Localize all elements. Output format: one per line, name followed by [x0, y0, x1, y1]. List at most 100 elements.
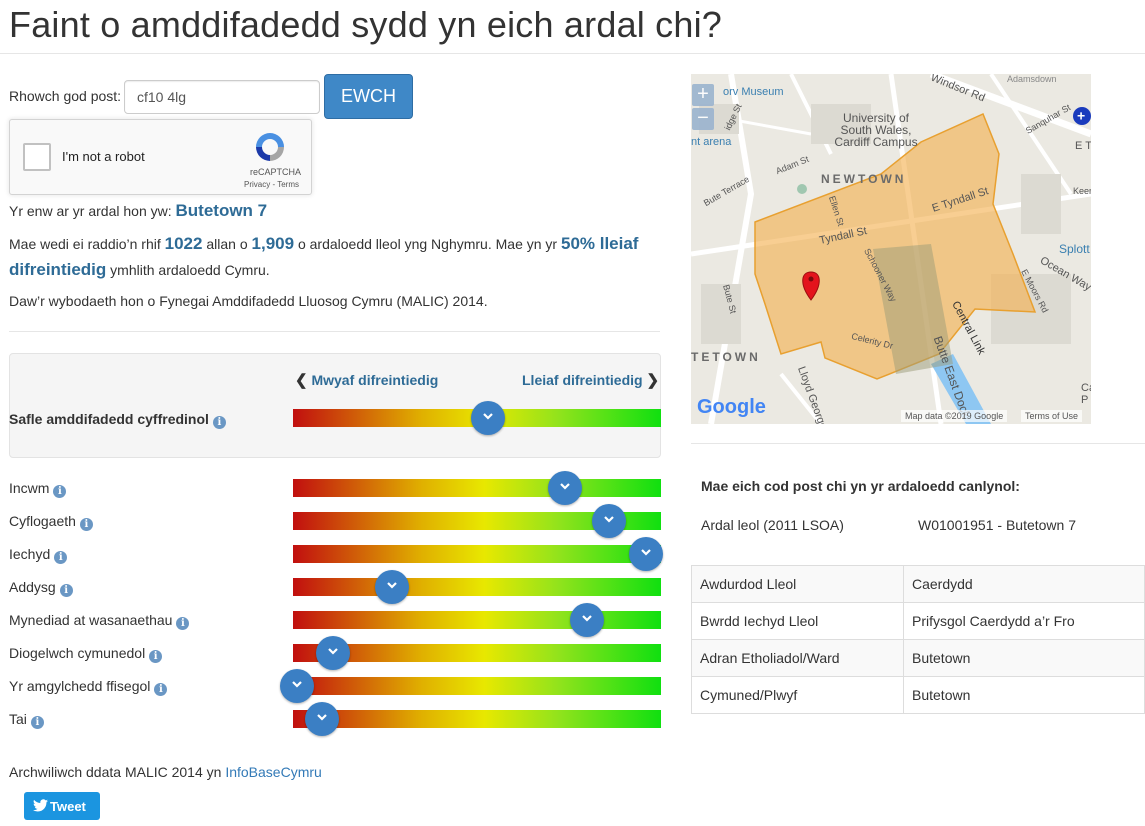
chevron-down-icon	[641, 549, 651, 556]
info-icon[interactable]: i	[212, 416, 226, 429]
domain-rank-marker[interactable]	[280, 669, 314, 703]
domain-rank-marker[interactable]	[375, 570, 409, 604]
table-cell-key: Adran Etholiadol/Ward	[691, 639, 904, 677]
recaptcha-links[interactable]: Privacy - Terms	[244, 180, 299, 189]
overall-rank-marker[interactable]	[471, 401, 505, 435]
rank-value: 1022	[164, 234, 203, 253]
domain-label: Tai i	[9, 711, 44, 729]
domain-rank-bar	[293, 545, 661, 563]
table-row: Bwrdd Iechyd Lleol Prifysgol Caerdydd a’r…	[691, 602, 1145, 640]
tweet-button[interactable]: Tweet	[24, 792, 100, 820]
overall-rank-label: Safle amddifadedd cyffredinol i	[9, 411, 226, 429]
go-button[interactable]: EWCH	[324, 74, 413, 119]
table-row: Adran Etholiadol/Ward Butetown	[691, 639, 1145, 677]
domain-rank-bar	[293, 710, 661, 728]
info-icon[interactable]: i	[53, 485, 67, 498]
domain-rank-marker[interactable]	[570, 603, 604, 637]
domain-label: Cyflogaeth i	[9, 513, 93, 531]
domain-label: Iechyd i	[9, 546, 68, 564]
domain-label-text: Incwm	[9, 480, 50, 496]
tweet-label: Tweet	[50, 798, 86, 814]
chevron-down-icon	[317, 714, 327, 721]
twitter-bird-icon	[33, 799, 48, 812]
domain-rank-marker[interactable]	[592, 504, 626, 538]
table-cell-value: Butetown	[903, 639, 1145, 677]
svg-text:+: +	[1077, 108, 1085, 124]
domain-rank-marker[interactable]	[629, 537, 663, 571]
info-icon[interactable]: i	[54, 551, 68, 564]
table-row: Cymuned/Plwyf Butetown	[691, 676, 1145, 714]
map-terms-link[interactable]: Terms of Use	[1021, 410, 1083, 422]
domain-rank-bar	[293, 677, 661, 695]
table-cell-value: Caerdydd	[903, 565, 1145, 603]
map-label: University of South Wales, Cardiff Campu…	[834, 111, 918, 149]
recaptcha-brand: reCAPTCHA	[249, 167, 301, 177]
explore-line: Archwiliwch ddata MALIC 2014 yn InfoBase…	[9, 764, 322, 780]
map-label: NEWTOWN	[821, 172, 907, 186]
lsoa-value: W01001951 - Butetown 7	[918, 517, 1076, 533]
right-divider	[691, 443, 1145, 444]
domain-label-text: Cyflogaeth	[9, 513, 76, 529]
map-attribution: Map data ©2019 Google	[901, 410, 1008, 422]
map-zoom-out-button[interactable]: −	[692, 108, 714, 130]
postcode-input[interactable]	[124, 80, 320, 114]
area-name: Butetown 7	[175, 201, 268, 220]
chevron-down-icon	[387, 582, 397, 589]
domain-label-text: Diogelwch cymunedol	[9, 645, 146, 661]
rank-text: Mae wedi ei raddio’n rhif	[9, 236, 161, 252]
most-deprived-text: Mwyaf difreintiedig	[311, 372, 439, 388]
results-heading: Mae eich cod post chi yn yr ardaloedd ca…	[701, 478, 1020, 494]
domain-label-text: Yr amgylchedd ffisegol	[9, 678, 151, 694]
map-label: Ca P	[1081, 382, 1091, 406]
domain-rank-marker[interactable]	[316, 636, 350, 670]
recaptcha-logo-icon	[256, 133, 284, 161]
domain-rank-marker[interactable]	[548, 471, 582, 505]
recaptcha-label: I'm not a robot	[62, 149, 145, 164]
info-icon[interactable]: i	[154, 683, 168, 696]
chevron-right-icon: ❯	[646, 372, 660, 389]
domain-label: Addysg i	[9, 579, 73, 597]
explore-text: Archwiliwch ddata MALIC 2014 yn	[9, 764, 222, 780]
title-divider	[0, 53, 1145, 54]
info-icon[interactable]: i	[59, 584, 73, 597]
postcode-label: Rhowch god post:	[9, 88, 122, 104]
area-info-table: Awdurdod Lleol Caerdydd Bwrdd Iechyd Lleol…	[691, 565, 1145, 714]
overall-rank-text: Safle amddifadedd cyffredinol	[9, 411, 209, 427]
chevron-down-icon	[328, 648, 338, 655]
source-note: Daw’r wybodaeth hon o Fynegai Amddifaded…	[9, 293, 488, 309]
info-icon[interactable]: i	[149, 650, 163, 663]
rank-paragraph: Mae wedi ei raddio’n rhif 1022 allan o 1…	[9, 231, 659, 283]
table-row: Awdurdod Lleol Caerdydd	[691, 565, 1145, 603]
domain-rank-marker[interactable]	[305, 702, 339, 736]
page-title: Faint o amddifadedd sydd yn eich ardal c…	[9, 4, 723, 45]
map-label: Keen	[1073, 186, 1091, 196]
info-icon[interactable]: i	[79, 518, 93, 531]
least-deprived-text: Lleiaf difreintiedig	[522, 372, 643, 388]
domain-label: Incwm i	[9, 480, 67, 498]
info-icon[interactable]: i	[176, 617, 190, 630]
rank-text: o ardaloedd lleol yng Nghymru. Mae yn yr	[297, 236, 558, 252]
area-map[interactable]: + + − orv Museum Windsor Rd Adamsdown Un…	[691, 74, 1091, 424]
map-label: Adamsdown	[1007, 74, 1057, 84]
most-deprived-label: ❮ Mwyaf difreintiedig	[295, 371, 438, 389]
recaptcha-checkbox[interactable]	[23, 143, 51, 171]
domain-label-text: Addysg	[9, 579, 56, 595]
table-cell-key: Bwrdd Iechyd Lleol	[691, 602, 904, 640]
map-zoom-in-button[interactable]: +	[692, 84, 714, 106]
total-areas-value: 1,909	[251, 234, 295, 253]
domain-rank-bar	[293, 611, 661, 629]
chevron-down-icon	[604, 516, 614, 523]
map-label: Splott	[1059, 242, 1090, 256]
table-cell-value: Prifysgol Caerdydd a’r Fro	[903, 602, 1145, 640]
domain-label-text: Iechyd	[9, 546, 51, 562]
domain-label: Diogelwch cymunedol i	[9, 645, 163, 663]
chevron-down-icon	[582, 615, 592, 622]
infobase-link[interactable]: InfoBaseCymru	[225, 764, 321, 780]
map-label: TETOWN	[691, 350, 761, 364]
info-icon[interactable]: i	[30, 716, 44, 729]
domain-label: Yr amgylchedd ffisegol i	[9, 678, 168, 696]
domain-rank-bar	[293, 479, 661, 497]
rank-text: ymhlith ardaloedd Cymru.	[110, 262, 270, 278]
overall-rank-panel	[9, 353, 661, 458]
section-divider	[9, 331, 660, 332]
